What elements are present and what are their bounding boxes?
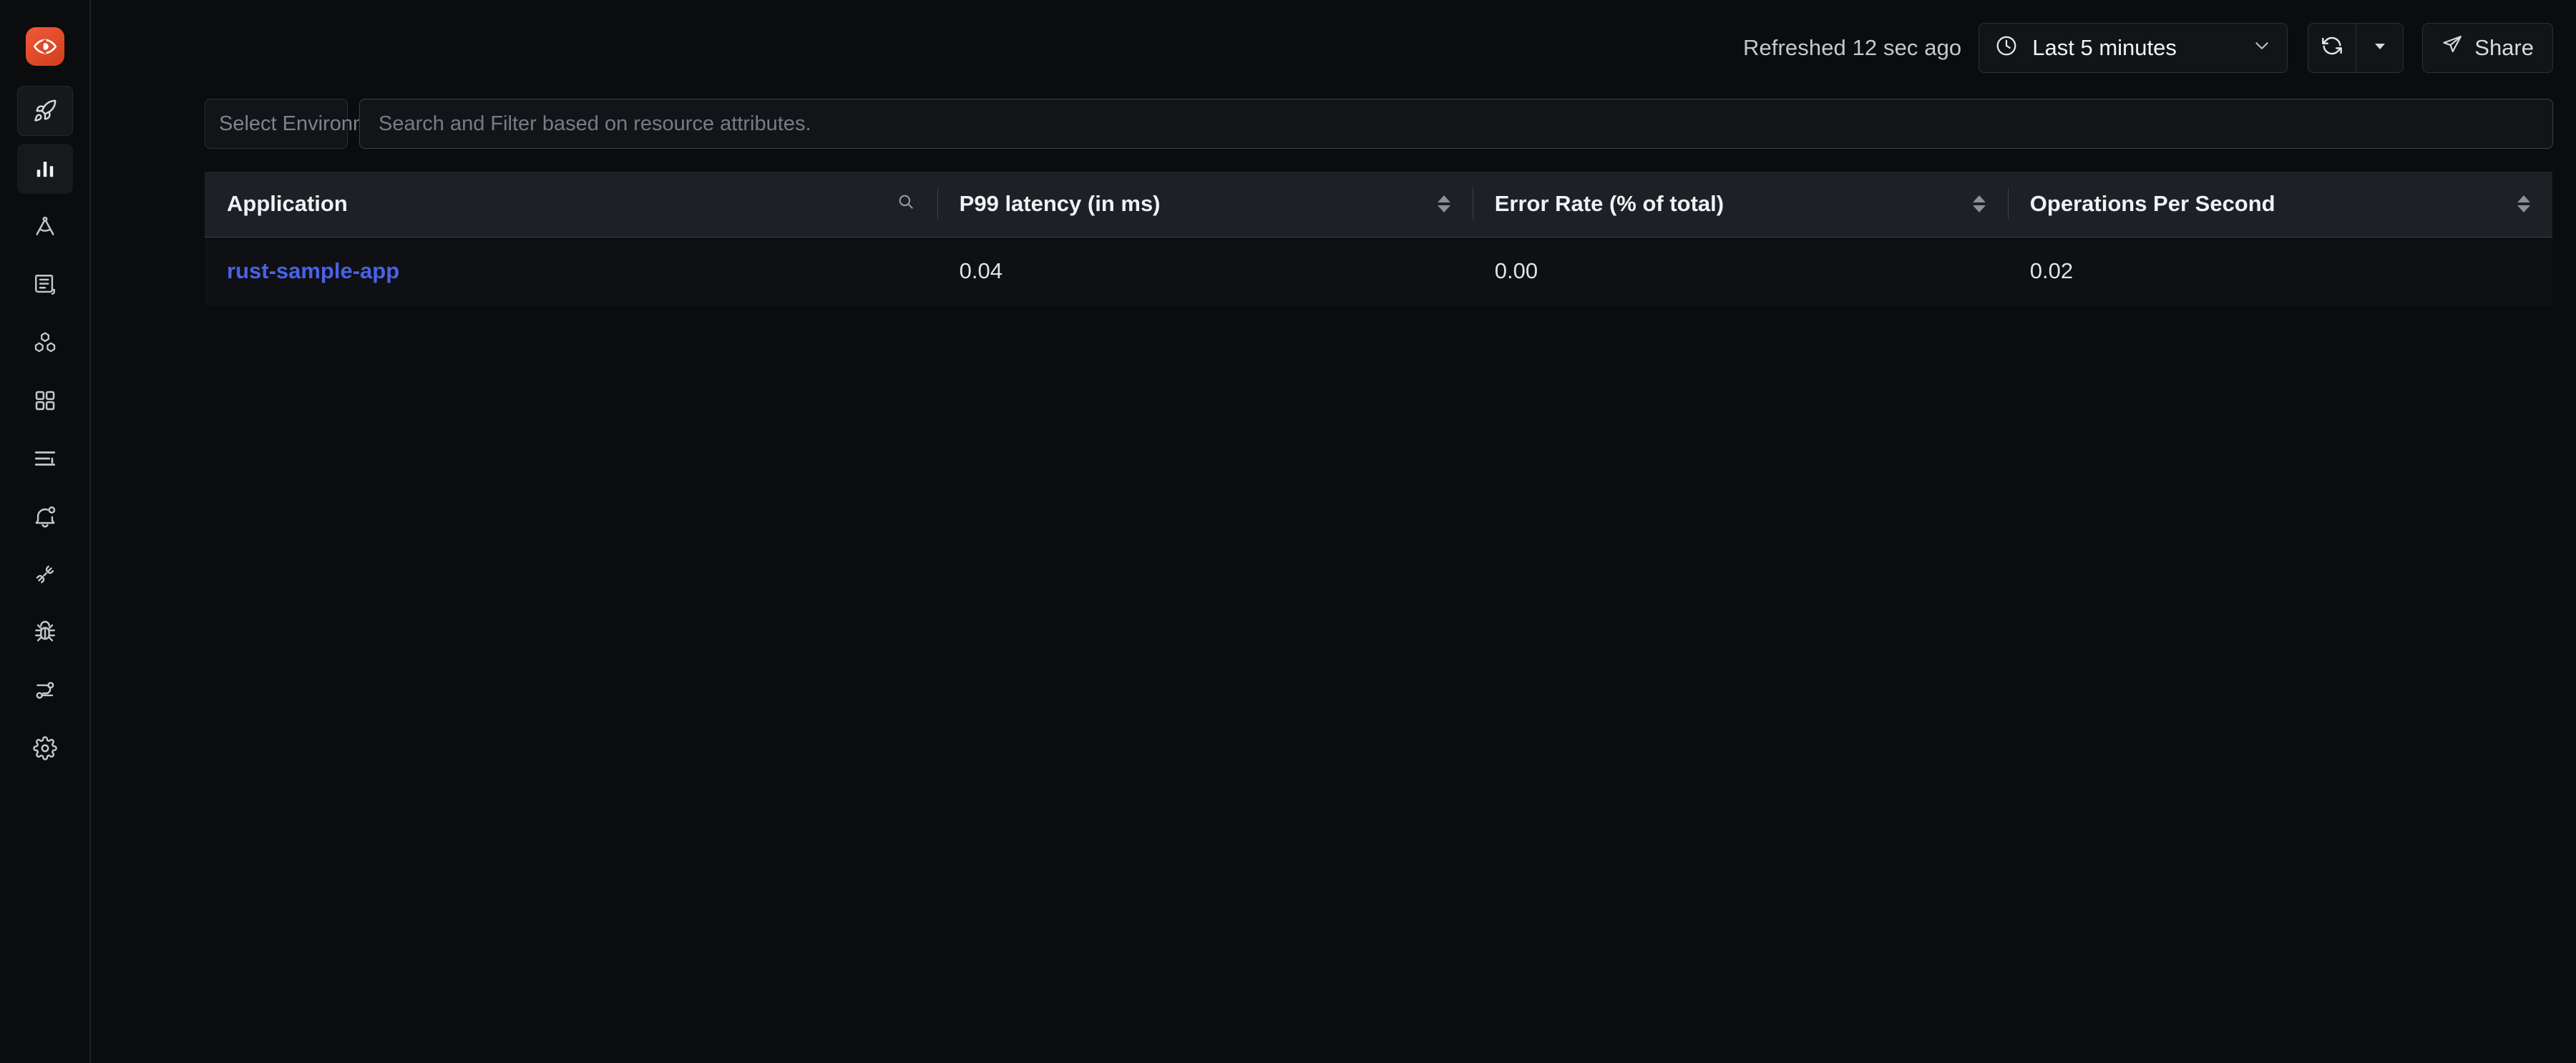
column-header-operations-per-second[interactable]: Operations Per Second: [2007, 172, 2552, 237]
refreshed-status: Refreshed 12 sec ago: [1742, 34, 1962, 60]
sidebar-item-dashboards[interactable]: [17, 376, 73, 426]
resource-search-placeholder: Search and Filter based on resource attr…: [379, 112, 811, 135]
sidebar-item-get-started[interactable]: [16, 86, 73, 136]
refresh-button[interactable]: [2308, 22, 2356, 73]
environment-select[interactable]: Select Environment/s: [205, 99, 429, 149]
column-divider: [937, 188, 938, 220]
table-header-row: Application P99 latency (in ms) Error Ra…: [205, 172, 2552, 237]
chevron-down-icon: [2253, 36, 2271, 59]
content-empty-area: [91, 617, 2576, 1063]
column-label: P99 latency (in ms): [959, 191, 1161, 217]
sidebar-item-traces[interactable]: [17, 202, 73, 252]
sidebar-nav: [0, 86, 89, 781]
sort-descending-icon: [1437, 205, 1450, 213]
share-button[interactable]: Share: [2422, 22, 2553, 73]
sort-descending-icon: [2517, 205, 2530, 213]
app-logo[interactable]: [25, 27, 64, 66]
topbar: Refreshed 12 sec ago Last 5 minutes Shar…: [91, 0, 2576, 95]
column-header-error-rate[interactable]: Error Rate (% of total): [1472, 172, 2008, 237]
sidebar-item-logs[interactable]: [17, 260, 73, 310]
sort-ascending-icon: [1972, 195, 1986, 203]
sort-toggle-icon[interactable]: [1437, 195, 1450, 213]
sidebar-item-pipelines[interactable]: [17, 665, 73, 715]
sidebar-item-exceptions[interactable]: [17, 607, 73, 657]
application-link[interactable]: rust-sample-app: [227, 258, 399, 283]
column-label: Operations Per Second: [2029, 191, 2275, 217]
resource-search-input[interactable]: Search and Filter based on resource attr…: [359, 99, 2553, 149]
filter-bar: Select Environment/s Search and Filter b…: [91, 95, 2576, 152]
cell-application: rust-sample-app: [205, 237, 937, 305]
signoz-eye-logo: [25, 27, 64, 66]
table-row[interactable]: rust-sample-app 0.04 0.00 0.02: [205, 237, 2552, 305]
column-header-application[interactable]: Application: [205, 172, 937, 237]
column-label: Error Rate (% of total): [1494, 191, 1724, 217]
refresh-interval-dropdown[interactable]: [2356, 22, 2404, 73]
sidebar-item-services[interactable]: [16, 144, 73, 194]
sort-toggle-icon[interactable]: [1972, 195, 1986, 213]
caret-down-icon: [2371, 37, 2389, 58]
column-divider: [2007, 188, 2009, 220]
send-icon: [2441, 34, 2463, 62]
app-root: Refreshed 12 sec ago Last 5 minutes Shar…: [0, 0, 2576, 1063]
cell-p99-latency: 0.04: [937, 237, 1473, 305]
column-header-p99-latency[interactable]: P99 latency (in ms): [937, 172, 1473, 237]
column-label: Application: [227, 191, 348, 217]
sidebar-item-infrastructure[interactable]: [17, 318, 73, 368]
sidebar-item-alerts[interactable]: [17, 491, 73, 542]
clock-icon: [1995, 34, 2018, 61]
time-range-value: Last 5 minutes: [2032, 34, 2177, 60]
sort-toggle-icon[interactable]: [2517, 195, 2530, 213]
refresh-button-group: [2308, 22, 2404, 73]
sidebar: [0, 0, 91, 1063]
cell-error-rate: 0.00: [1472, 237, 2008, 305]
table-body: rust-sample-app 0.04 0.00 0.02: [205, 237, 2552, 305]
services-table-container: Application P99 latency (in ms) Error Ra…: [91, 152, 2576, 617]
services-table: Application P99 latency (in ms) Error Ra…: [205, 172, 2552, 305]
main-content: Refreshed 12 sec ago Last 5 minutes Shar…: [91, 0, 2576, 1063]
sidebar-item-integrations[interactable]: [17, 549, 73, 599]
search-icon[interactable]: [897, 191, 915, 217]
table-header: Application P99 latency (in ms) Error Ra…: [205, 172, 2552, 237]
sort-descending-icon: [1972, 205, 1986, 213]
time-range-picker[interactable]: Last 5 minutes: [1979, 22, 2288, 73]
sidebar-item-settings[interactable]: [17, 723, 73, 773]
cell-operations-per-second: 0.02: [2007, 237, 2552, 305]
refresh-icon: [2321, 34, 2343, 61]
sidebar-item-billing[interactable]: [17, 433, 73, 484]
share-button-label: Share: [2474, 34, 2534, 60]
sort-ascending-icon: [1437, 195, 1450, 203]
sort-ascending-icon: [2517, 195, 2530, 203]
